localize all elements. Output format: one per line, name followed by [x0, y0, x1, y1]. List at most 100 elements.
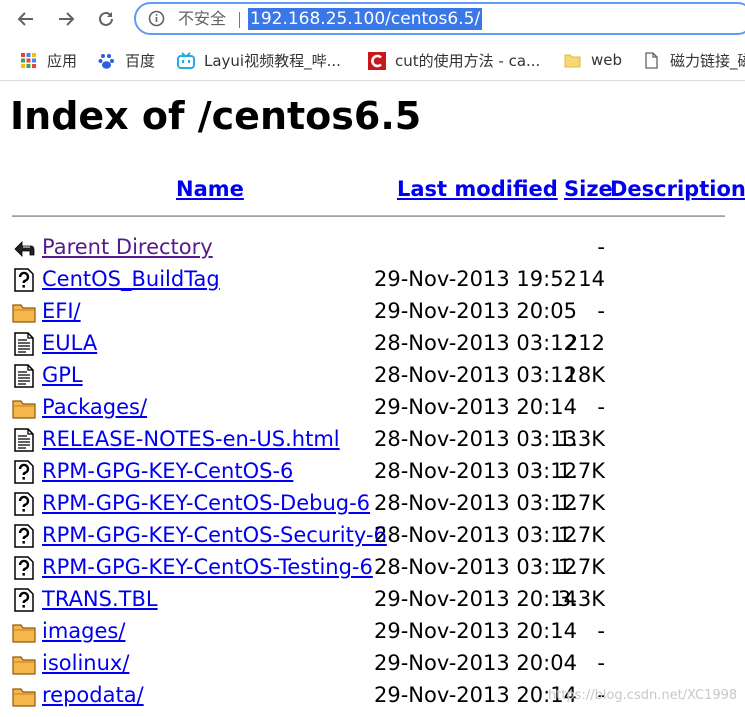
file-size: -: [597, 299, 605, 323]
folder-icon: [12, 684, 36, 708]
bookmark-label: web: [591, 51, 623, 69]
file-link[interactable]: RPM-GPG-KEY-CentOS-Debug-6: [42, 491, 370, 515]
text-file-icon: [12, 364, 36, 388]
modified-date: 28-Nov-2013 03:12: [374, 459, 577, 483]
file-link[interactable]: Parent Directory: [42, 235, 213, 259]
modified-date: 29-Nov-2013 20:04: [374, 651, 577, 675]
reload-button[interactable]: [94, 7, 118, 31]
back-button[interactable]: [14, 7, 38, 31]
sort-by-description-link[interactable]: Description: [610, 177, 745, 201]
file-row: GPL 28-Nov-2013 03:12 18K: [12, 361, 732, 391]
file-row: TRANS.TBL 29-Nov-2013 20:14 3.3K: [12, 585, 732, 615]
file-size: 14: [578, 267, 605, 291]
file-row: RPM-GPG-KEY-CentOS-Testing-6 28-Nov-2013 …: [12, 553, 732, 583]
file-size: 1.7K: [557, 555, 605, 579]
bookmark-magnet[interactable]: 磁力链接_磁: [643, 50, 745, 70]
bookmark-cut[interactable]: cut的使用方法 - ca...: [368, 50, 540, 70]
file-size: 1.7K: [557, 523, 605, 547]
apps-grid-icon: [20, 52, 37, 69]
file-row: EFI/29-Nov-2013 20:05-: [12, 297, 732, 327]
folder-icon: [12, 620, 36, 644]
bookmark-web[interactable]: web: [564, 50, 622, 70]
file-size: -: [597, 395, 605, 419]
csdn-c-icon: [368, 51, 386, 70]
arrow-right-icon: [59, 12, 75, 26]
modified-date: 29-Nov-2013 20:14: [374, 683, 577, 707]
file-link[interactable]: RELEASE-NOTES-en-US.html: [42, 427, 340, 451]
bilibili-tv-icon: [177, 51, 195, 69]
bookmark-layui[interactable]: Layui视频教程_哔...: [177, 50, 341, 70]
sort-by-modified-link[interactable]: Last modified: [397, 177, 558, 201]
page-title: Index of /centos6.5: [10, 94, 422, 138]
folder-icon: [564, 52, 581, 69]
file-link[interactable]: EULA: [42, 331, 97, 355]
bookmark-apps[interactable]: 应用: [20, 50, 77, 70]
file-size: 1.3K: [557, 427, 605, 451]
file-row: images/29-Nov-2013 20:14-: [12, 617, 732, 647]
url-text[interactable]: 192.168.25.100/centos6.5/: [248, 8, 483, 30]
file-row: CentOS_BuildTag 29-Nov-2013 19:52 14: [12, 265, 732, 295]
modified-date: 29-Nov-2013 20:05: [374, 299, 577, 323]
info-icon[interactable]: [148, 10, 165, 27]
header-divider: [12, 215, 725, 217]
file-size: -: [597, 235, 605, 259]
unknown-file-icon: [12, 588, 36, 612]
file-link[interactable]: isolinux/: [42, 651, 129, 675]
text-file-icon: [12, 332, 36, 356]
file-row: Packages/29-Nov-2013 20:14-: [12, 393, 732, 423]
modified-date: 28-Nov-2013 03:12: [374, 363, 577, 387]
file-link[interactable]: RPM-GPG-KEY-CentOS-Testing-6: [42, 555, 373, 579]
watermark: https://blog.csdn.net/XC1998: [548, 688, 738, 703]
unknown-file-icon: [12, 268, 36, 292]
divider: [239, 12, 240, 28]
modified-date: 28-Nov-2013 03:12: [374, 331, 577, 355]
sort-by-size-link[interactable]: Size: [564, 177, 613, 201]
security-status-label[interactable]: 不安全: [178, 8, 226, 30]
file-link[interactable]: images/: [42, 619, 125, 643]
file-row: RPM-GPG-KEY-CentOS-Security-6 28-Nov-2013…: [12, 521, 732, 551]
file-link[interactable]: TRANS.TBL: [42, 587, 158, 611]
modified-date: 29-Nov-2013 20:14: [374, 395, 577, 419]
page-icon: [643, 51, 660, 69]
file-link[interactable]: CentOS_BuildTag: [42, 267, 220, 291]
arrow-left-icon: [17, 12, 33, 26]
sort-by-name-link[interactable]: Name: [176, 177, 244, 201]
file-link[interactable]: RPM-GPG-KEY-CentOS-Security-6: [42, 523, 387, 547]
folder-icon: [12, 396, 36, 420]
modified-date: 29-Nov-2013 19:52: [374, 267, 577, 291]
file-link[interactable]: Packages/: [42, 395, 147, 419]
bookmark-label: 百度: [125, 51, 156, 70]
file-row: RELEASE-NOTES-en-US.html 28-Nov-2013 03:1…: [12, 425, 732, 455]
file-link[interactable]: EFI/: [42, 299, 81, 323]
file-link[interactable]: RPM-GPG-KEY-CentOS-6: [42, 459, 293, 483]
file-size: 212: [564, 331, 605, 355]
file-size: -: [597, 619, 605, 643]
modified-date: 29-Nov-2013 20:14: [374, 587, 577, 611]
bookmark-label: Layui视频教程_哔...: [204, 51, 341, 70]
unknown-file-icon: [12, 556, 36, 580]
unknown-file-icon: [12, 524, 36, 548]
back-arrow-icon: [12, 236, 36, 260]
bookmark-label: 应用: [47, 51, 78, 70]
bookmark-baidu[interactable]: 百度: [98, 50, 155, 70]
reload-icon: [99, 11, 113, 26]
forward-button[interactable]: [54, 7, 78, 31]
address-bar[interactable]: 不安全 192.168.25.100/centos6.5/: [134, 2, 745, 35]
file-row: RPM-GPG-KEY-CentOS-Debug-6 28-Nov-2013 03…: [12, 489, 732, 519]
file-row: isolinux/29-Nov-2013 20:04-: [12, 649, 732, 679]
modified-date: 28-Nov-2013 03:12: [374, 491, 577, 515]
modified-date: 28-Nov-2013 03:12: [374, 523, 577, 547]
file-size: 1.7K: [557, 491, 605, 515]
text-file-icon: [12, 428, 36, 452]
file-size: -: [597, 651, 605, 675]
modified-date: 28-Nov-2013 03:13: [374, 427, 577, 451]
bookmarks-bar: 应用 百度 Layui视频教程_哔... cut的使用方法 - ca... we…: [0, 40, 745, 81]
baidu-paw-icon: [98, 52, 115, 69]
file-row: RPM-GPG-KEY-CentOS-6 28-Nov-2013 03:12 1.7…: [12, 457, 732, 487]
file-link[interactable]: repodata/: [42, 683, 144, 707]
file-link[interactable]: GPL: [42, 363, 83, 387]
unknown-file-icon: [12, 460, 36, 484]
browser-toolbar: 不安全 192.168.25.100/centos6.5/: [0, 0, 745, 38]
bookmark-label: cut的使用方法 - ca...: [395, 51, 541, 70]
file-size: 18K: [564, 363, 606, 387]
